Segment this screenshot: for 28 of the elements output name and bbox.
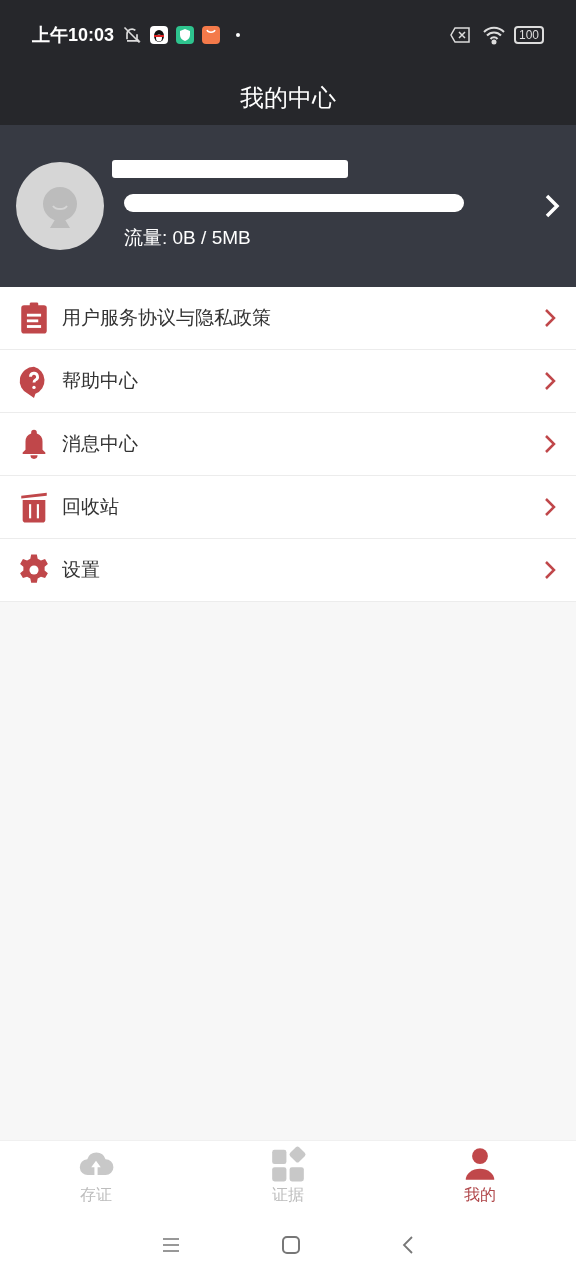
menu-label: 用户服务协议与隐私政策 [62,305,272,330]
chevron-right-icon [544,497,556,517]
chevron-right-icon [544,193,560,219]
back-icon[interactable] [401,1235,415,1255]
chevron-right-icon [544,560,556,580]
page-title: 我的中心 [240,82,336,113]
menu-label: 回收站 [62,494,120,519]
grid-icon [269,1144,307,1183]
chevron-right-icon [544,371,556,391]
no-sim-icon [449,27,470,43]
menu-label: 消息中心 [62,431,139,456]
dot-icon [236,33,241,37]
home-icon[interactable] [281,1235,301,1255]
menu-label: 帮助中心 [62,368,139,393]
data-usage-text: 流量: 0B / 5MB [124,225,252,250]
tab-bar-item[interactable]: 我的 [384,1141,576,1210]
battery-indicator: 100 [513,26,544,44]
bell-off-icon [122,25,143,45]
chevron-right-icon [544,434,556,454]
wifi-icon [481,25,506,45]
status-time: 上午10:03 [32,23,115,47]
profile-card[interactable]: 流量: 0B / 5MB [0,125,576,287]
menu-label: 设置 [62,557,101,582]
penguin-icon [150,26,169,44]
menu-icon[interactable] [161,1237,181,1253]
shield-icon [176,26,195,44]
chevron-right-icon [544,308,556,328]
shopping-bag-icon [202,26,221,44]
